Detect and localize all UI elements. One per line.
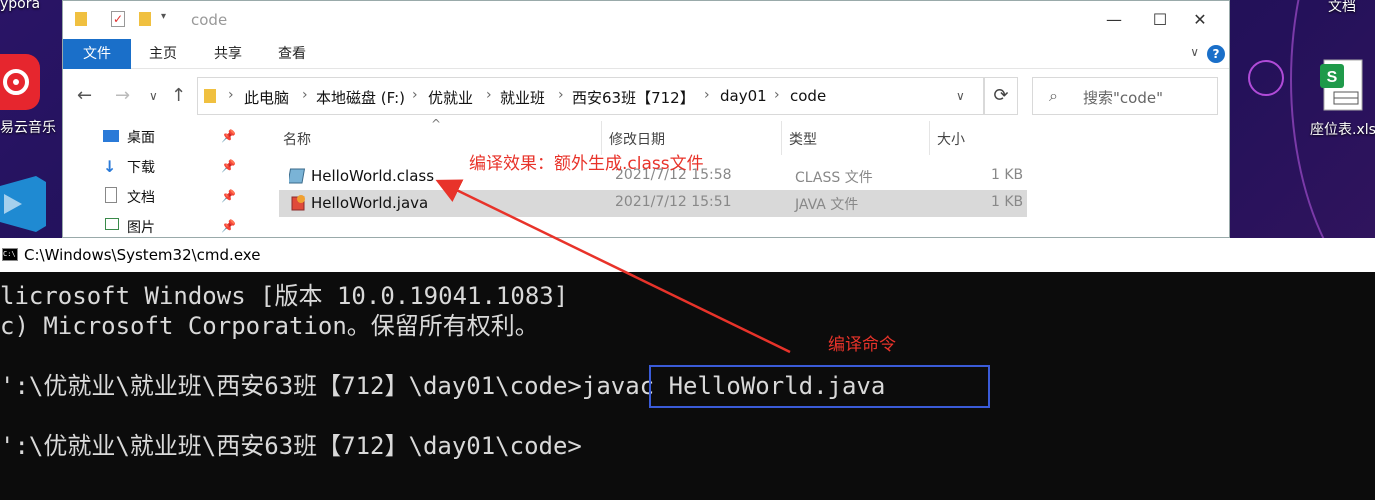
pin-icon[interactable]: 📌 [221, 129, 236, 143]
cmd-titlebar: C:\ C:\Windows\System32\cmd.exe [0, 238, 1375, 272]
file-size: 1 KB [991, 167, 1024, 183]
address-folder-icon [204, 89, 216, 103]
compile-result-annotation: 编译效果：额外生成.class文件 [469, 154, 704, 174]
minimize-button[interactable]: — [1091, 7, 1137, 33]
file-type: CLASS 文件 [795, 170, 873, 186]
pin-icon[interactable]: 📌 [221, 189, 236, 203]
breadcrumb-drive[interactable]: 本地磁盘 (F:) [316, 87, 405, 108]
file-list: ^ 名称 修改日期 类型 大小 HelloWorld.class 2021/7/… [273, 117, 1231, 239]
file-explorer-window: ✓ ▾ code — ☐ ✕ 文件 主页 共享 查看 ∨ ? ← → ∨ ↑ ›… [62, 0, 1230, 238]
column-divider[interactable] [929, 121, 930, 155]
pictures-icon [105, 218, 119, 230]
cmd-prompt-line[interactable]: ':\优就业\就业班\西安63班【712】\day01\code> [0, 426, 582, 461]
sort-ascending-icon: ^ [431, 117, 442, 131]
file-date: 2021/7/12 15:51 [615, 194, 732, 210]
address-bar[interactable]: › 此电脑 › 本地磁盘 (F:) › 优就业 › 就业班 › 西安63班【71… [197, 77, 984, 115]
breadcrumb-separator[interactable]: › [774, 87, 780, 103]
file-row[interactable]: HelloWorld.java 2021/7/12 15:51 JAVA 文件 … [279, 190, 1027, 217]
decorative-ring [1248, 60, 1284, 96]
tab-home[interactable]: 主页 [137, 39, 189, 69]
breadcrumb-separator[interactable]: › [558, 87, 564, 103]
search-box[interactable]: ⌕ 搜索"code" [1032, 77, 1218, 115]
folder-icon [75, 12, 87, 26]
help-icon[interactable]: ? [1207, 45, 1225, 63]
ribbon-tabs: 文件 主页 共享 查看 ∨ ? [63, 39, 1229, 69]
quick-access-dropdown-icon[interactable]: ▾ [161, 11, 166, 22]
music-logo-icon [3, 69, 29, 95]
download-arrow-icon: ↓ [103, 157, 117, 176]
breadcrumb-code[interactable]: code [790, 87, 826, 105]
nav-item-pictures[interactable]: 图片 [127, 217, 155, 237]
new-folder-icon[interactable] [139, 12, 151, 26]
nav-item-desktop[interactable]: 桌面 [127, 127, 155, 147]
search-icon: ⌕ [1049, 86, 1058, 105]
desktop-label-typora[interactable]: ypora [0, 0, 40, 12]
tab-file[interactable]: 文件 [63, 39, 131, 69]
explorer-titlebar: ✓ ▾ code — ☐ ✕ [63, 1, 1229, 39]
desktop-label-sheet[interactable]: 座位表.xls [1310, 119, 1375, 139]
tab-view[interactable]: 查看 [266, 39, 318, 69]
up-button[interactable]: ↑ [171, 85, 186, 106]
vscode-logo-icon [0, 176, 46, 232]
properties-icon[interactable]: ✓ [111, 11, 125, 27]
cmd-window: C:\ C:\Windows\System32\cmd.exe licrosof… [0, 238, 1375, 500]
breadcrumb-separator[interactable]: › [228, 87, 234, 103]
address-row: ← → ∨ ↑ › 此电脑 › 本地磁盘 (F:) › 优就业 › 就业班 › … [63, 77, 1229, 117]
breadcrumb-jiuyeban[interactable]: 就业班 [500, 87, 545, 108]
cmd-output-line: c) Microsoft Corporation。保留所有权利。 [0, 312, 539, 340]
netease-music-icon[interactable] [0, 54, 40, 110]
desktop-label-documents[interactable]: 文档 [1328, 0, 1356, 16]
file-size: 1 KB [991, 194, 1024, 210]
close-button[interactable]: ✕ [1177, 7, 1223, 33]
nav-item-downloads[interactable]: 下载 [127, 157, 155, 177]
navigation-pane: 桌面 📌 ↓ 下载 📌 文档 📌 图片 📌 [63, 121, 251, 239]
cmd-icon: C:\ [2, 248, 18, 261]
nav-item-documents[interactable]: 文档 [127, 187, 155, 207]
spreadsheet-file-icon[interactable]: S [1320, 58, 1366, 112]
back-button[interactable]: ← [77, 85, 92, 106]
breadcrumb-this-pc[interactable]: 此电脑 [244, 87, 289, 108]
breadcrumb-separator[interactable]: › [412, 87, 418, 103]
java-file-icon [291, 195, 305, 211]
pin-icon[interactable]: 📌 [221, 159, 236, 173]
breadcrumb-separator[interactable]: › [302, 87, 308, 103]
address-dropdown-icon[interactable]: ∨ [956, 89, 965, 103]
svg-text:S: S [1327, 69, 1338, 86]
column-header-name[interactable]: 名称 [283, 129, 311, 149]
file-name: HelloWorld.class [311, 167, 435, 185]
refresh-button[interactable]: ⟳ [984, 77, 1018, 115]
file-type: JAVA 文件 [795, 197, 859, 213]
window-title: code [191, 11, 228, 29]
column-divider[interactable] [781, 121, 782, 155]
compile-command-annotation: 编译命令 [828, 335, 896, 355]
file-name: HelloWorld.java [311, 194, 429, 212]
ribbon-expand-icon[interactable]: ∨ [1190, 45, 1199, 59]
vscode-icon[interactable] [0, 176, 46, 232]
search-input[interactable]: 搜索"code" [1083, 87, 1163, 108]
column-header-date[interactable]: 修改日期 [609, 129, 665, 149]
document-icon [105, 187, 117, 203]
recent-dropdown-icon[interactable]: ∨ [149, 89, 158, 103]
command-highlight-box [649, 365, 990, 408]
breadcrumb-class[interactable]: 西安63班【712】 [572, 87, 695, 108]
column-header-size[interactable]: 大小 [937, 129, 965, 149]
class-file-icon [289, 168, 306, 184]
desktop-label-music[interactable]: 易云音乐 [0, 117, 56, 137]
tab-share[interactable]: 共享 [202, 39, 254, 69]
breadcrumb-youjiuye[interactable]: 优就业 [428, 87, 473, 108]
breadcrumb-separator[interactable]: › [704, 87, 710, 103]
excel-file-icon: S [1320, 59, 1363, 111]
desktop-folder-icon [103, 130, 119, 142]
pin-icon[interactable]: 📌 [221, 219, 236, 233]
forward-button[interactable]: → [115, 85, 130, 106]
cmd-title: C:\Windows\System32\cmd.exe [24, 246, 261, 264]
column-header-type[interactable]: 类型 [789, 129, 817, 149]
breadcrumb-separator[interactable]: › [486, 87, 492, 103]
breadcrumb-day01[interactable]: day01 [720, 87, 767, 105]
